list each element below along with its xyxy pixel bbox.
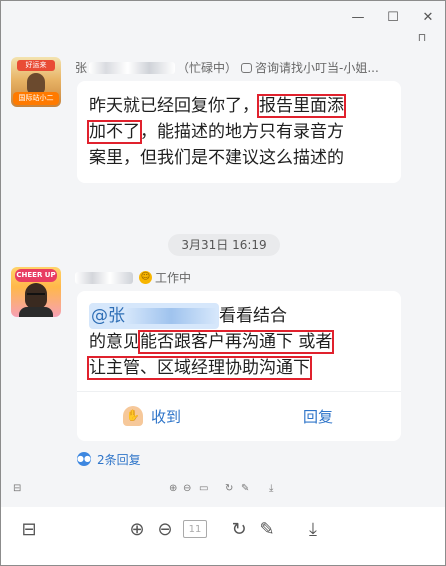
smile-icon: ☺ <box>139 271 152 284</box>
avatar-badge: 国际站小二 <box>13 92 59 105</box>
rotate-icon[interactable]: ↻ <box>225 482 233 496</box>
sender-note: 咨询请找小叮当-小姐... <box>255 61 379 75</box>
redacted-name <box>125 308 217 324</box>
chat-window: — ☐ ✕ ⊓ 好运来 国际站小二 张 （忙碌中） 咨询请找小叮当-小姐... … <box>0 0 446 566</box>
sender-status: 工作中 <box>155 271 192 285</box>
message-line: 的意见 <box>89 332 140 352</box>
chat-bubble-icon <box>241 62 253 73</box>
message-text: 昨天就已经回复你了，报告里面添 加不了，能描述的地方只有录音方 案里，但我们是不… <box>87 93 387 171</box>
zoom-out-icon[interactable]: ⊖ <box>153 517 177 541</box>
highlight-box: 加不了 <box>87 120 142 144</box>
minimize-button[interactable]: — <box>347 7 369 27</box>
message-bubble[interactable]: @张 看看结合 的意见能否跟客户再沟通下 或者 让主管、区域经理协助沟通下 ✋ 收… <box>77 291 401 441</box>
close-button[interactable]: ✕ <box>417 7 439 27</box>
bubble-divider <box>77 391 401 392</box>
highlight-box: 能否跟客户再沟通下 或者 <box>137 330 335 354</box>
redacted-name <box>75 271 133 284</box>
actual-size-icon[interactable]: 11 <box>183 520 207 538</box>
message-text: @张 看看结合 的意见能否跟客户再沟通下 或者 让主管、区域经理协助沟通下 <box>87 303 389 381</box>
layout-icon[interactable]: ⊟ <box>13 482 21 496</box>
message-line: 案里，但我们是不建议这么描述的 <box>89 148 344 168</box>
download-icon[interactable]: ⤓ <box>301 517 325 541</box>
avatar[interactable]: 好运来 国际站小二 <box>11 57 61 107</box>
zoom-out-icon[interactable]: ⊖ <box>183 482 191 496</box>
title-bar: — ☐ ✕ ⊓ <box>1 1 445 49</box>
mini-toolbar: ⊟ ⊕ ⊖ ▭ ↻ ✎ ⤓ <box>1 479 445 499</box>
sender-name[interactable]: ☺ 工作中 <box>75 269 191 286</box>
mention-text: @张 <box>91 306 125 326</box>
sender-status: （忙碌中） <box>177 61 238 75</box>
fit-icon[interactable]: ▭ <box>199 482 208 496</box>
reply-thread-icon: ●● <box>77 452 91 466</box>
highlight-box: 报告里面添 <box>257 94 346 118</box>
maximize-button[interactable]: ☐ <box>382 7 404 27</box>
avatar-sign-text: CHEER UP <box>15 269 57 282</box>
image-viewer-toolbar: ⊟ ⊕ ⊖ 11 ↻ ✎ ⤓ <box>1 507 445 565</box>
zoom-in-icon[interactable]: ⊕ <box>169 482 177 496</box>
mention-tag[interactable]: @张 <box>89 303 219 329</box>
edit-icon[interactable]: ✎ <box>255 517 279 541</box>
redacted-name <box>89 61 176 74</box>
thread-replies-link[interactable]: ●● 2条回复 <box>77 449 141 469</box>
receive-label: 收到 <box>151 407 182 426</box>
message-line: 看看结合 <box>219 306 287 326</box>
pin-icon[interactable]: ⊓ <box>415 31 429 44</box>
reply-label: 回复 <box>303 407 334 426</box>
sender-name[interactable]: 张 （忙碌中） 咨询请找小叮当-小姐... <box>75 59 379 76</box>
avatar-shirt <box>19 307 53 317</box>
receive-button[interactable]: ✋ 收到 <box>123 403 181 429</box>
zoom-in-icon[interactable]: ⊕ <box>125 517 149 541</box>
sender-prefix: 张 <box>75 61 88 75</box>
ok-hand-icon: ✋ <box>123 406 143 426</box>
message-line: ，能描述的地方只有录音方 <box>140 122 344 142</box>
download-icon[interactable]: ⤓ <box>269 482 273 496</box>
layout-icon[interactable]: ⊟ <box>17 517 41 541</box>
avatar-sign-text: 好运来 <box>17 60 55 71</box>
edit-icon[interactable]: ✎ <box>241 482 249 496</box>
thread-label: 2条回复 <box>97 452 141 467</box>
highlight-box: 让主管、区域经理协助沟通下 <box>87 356 312 380</box>
avatar[interactable]: CHEER UP <box>11 267 61 317</box>
rotate-icon[interactable]: ↻ <box>227 517 251 541</box>
avatar-glasses <box>27 293 45 298</box>
timestamp: 3月31日 16:19 <box>168 234 280 256</box>
message-line: 昨天就已经回复你了， <box>89 96 259 116</box>
message-bubble[interactable]: 昨天就已经回复你了，报告里面添 加不了，能描述的地方只有录音方 案里，但我们是不… <box>77 81 401 183</box>
reply-button[interactable]: 回复 <box>303 403 333 429</box>
